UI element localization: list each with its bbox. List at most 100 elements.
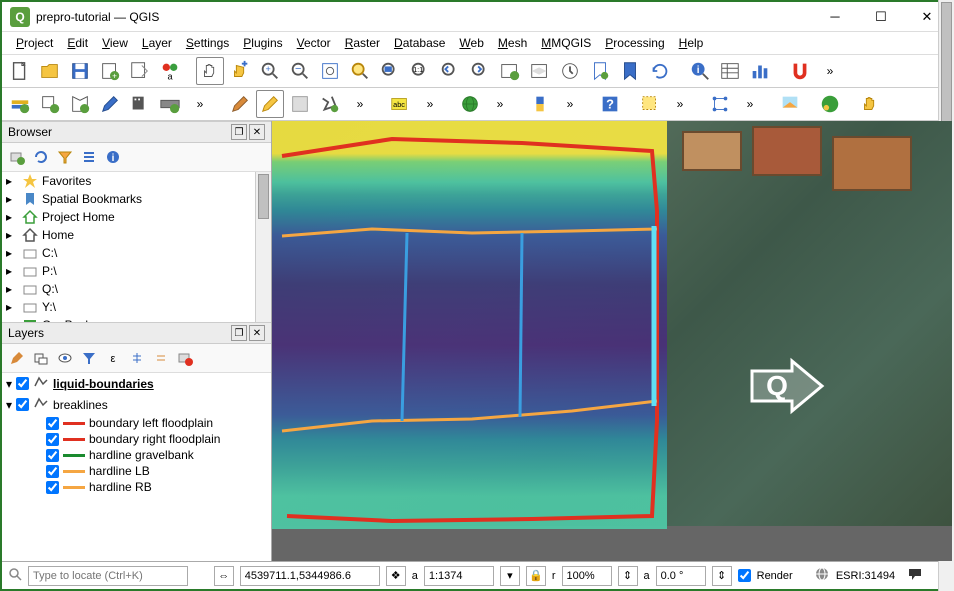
mesh-button[interactable] xyxy=(706,90,734,118)
render-checkbox[interactable] xyxy=(738,569,751,582)
overflow-8-button[interactable]: » xyxy=(736,90,764,118)
zoom-full-button[interactable] xyxy=(316,57,344,85)
layer-sublayer[interactable]: hardline LB xyxy=(2,463,271,479)
crs-label[interactable]: ESRI:31494 xyxy=(836,570,895,582)
crs-icon[interactable] xyxy=(814,566,830,585)
menu-view[interactable]: View xyxy=(96,34,134,52)
hand-tool-button[interactable] xyxy=(856,90,884,118)
scale-field[interactable] xyxy=(424,566,494,586)
layer-visibility-checkbox[interactable] xyxy=(16,398,29,411)
browser-item[interactable]: ▸Q:\ xyxy=(2,280,271,298)
overflow-5-button[interactable]: » xyxy=(486,90,514,118)
new-bookmark-button[interactable] xyxy=(586,57,614,85)
zoom-native-button[interactable]: 1:1 xyxy=(406,57,434,85)
attribute-table-button[interactable] xyxy=(716,57,744,85)
browser-item[interactable]: ▸Project Home xyxy=(2,208,271,226)
new-shapefile-button[interactable] xyxy=(66,90,94,118)
filter-legend-icon[interactable] xyxy=(78,347,100,369)
properties-icon[interactable]: i xyxy=(102,146,124,168)
georeferencer-button[interactable] xyxy=(776,90,804,118)
label-button[interactable]: abc xyxy=(386,90,414,118)
browser-tree[interactable]: ▸Favorites▸Spatial Bookmarks▸Project Hom… xyxy=(2,172,271,322)
zoom-next-button[interactable] xyxy=(466,57,494,85)
browser-item[interactable]: ▸Y:\ xyxy=(2,298,271,316)
new-geopackage-button[interactable] xyxy=(36,90,64,118)
zoom-to-layer-button[interactable] xyxy=(376,57,404,85)
layer-sublayer[interactable]: hardline gravelbank xyxy=(2,447,271,463)
magnifier-stepper[interactable]: ⇕ xyxy=(618,566,638,586)
expand-all-icon[interactable] xyxy=(126,347,148,369)
menu-raster[interactable]: Raster xyxy=(339,34,386,52)
locator-input[interactable] xyxy=(28,566,188,586)
zoom-in-button[interactable]: + xyxy=(256,57,284,85)
show-bookmarks-button[interactable] xyxy=(616,57,644,85)
menu-help[interactable]: Help xyxy=(673,34,710,52)
temporal-controller-button[interactable] xyxy=(556,57,584,85)
refresh-button[interactable] xyxy=(646,57,674,85)
identify-button[interactable]: i xyxy=(686,57,714,85)
statistics-button[interactable] xyxy=(746,57,774,85)
zoom-to-selection-button[interactable] xyxy=(346,57,374,85)
refresh-browser-icon[interactable] xyxy=(30,146,52,168)
collapse-all-layers-icon[interactable] xyxy=(150,347,172,369)
layer-sublayer[interactable]: boundary right floodplain xyxy=(2,431,271,447)
remove-layer-icon[interactable] xyxy=(174,347,196,369)
browser-item[interactable]: ▸C:\ xyxy=(2,244,271,262)
overflow-2-button[interactable]: » xyxy=(186,90,214,118)
expand-arrow-icon[interactable]: ▸ xyxy=(6,246,18,260)
metasearch-button[interactable] xyxy=(456,90,484,118)
layer-sublayer[interactable]: hardline RB xyxy=(2,479,271,495)
browser-item[interactable]: ▸Spatial Bookmarks xyxy=(2,190,271,208)
expand-arrow-icon[interactable]: ▸ xyxy=(6,282,18,296)
expand-arrow-icon[interactable]: ▾ xyxy=(6,398,12,412)
minimize-button[interactable]: ─ xyxy=(812,2,858,32)
menu-edit[interactable]: Edit xyxy=(61,34,94,52)
menu-plugins[interactable]: Plugins xyxy=(237,34,288,52)
save-edits-button[interactable] xyxy=(286,90,314,118)
expand-arrow-icon[interactable]: ▾ xyxy=(6,377,12,391)
messages-icon[interactable] xyxy=(907,566,923,585)
scale-dropdown-button[interactable]: ▾ xyxy=(500,566,520,586)
add-group-icon[interactable] xyxy=(30,347,52,369)
expand-arrow-icon[interactable]: ▸ xyxy=(6,192,18,206)
new-project-button[interactable] xyxy=(6,57,34,85)
lock-scale-button[interactable]: 🔒 xyxy=(526,566,546,586)
pan-to-selection-button[interactable] xyxy=(226,57,254,85)
menu-project[interactable]: Project xyxy=(10,34,59,52)
extents-button[interactable]: ❖ xyxy=(386,566,406,586)
menu-mmqgis[interactable]: MMQGIS xyxy=(535,34,597,52)
browser-item[interactable]: ▸Home xyxy=(2,226,271,244)
layer-group[interactable]: ▾liquid-boundaries xyxy=(2,373,271,394)
zoom-last-button[interactable] xyxy=(436,57,464,85)
save-project-button[interactable] xyxy=(66,57,94,85)
layers-undock-button[interactable]: ❐ xyxy=(231,325,247,341)
layers-close-button[interactable]: ✕ xyxy=(249,325,265,341)
new-scratch-layer-button[interactable] xyxy=(126,90,154,118)
magnifier-field[interactable] xyxy=(562,566,612,586)
style-manager-button[interactable]: a xyxy=(156,57,184,85)
snap-button[interactable] xyxy=(786,57,814,85)
map-canvas[interactable]: Q xyxy=(272,121,952,561)
rotation-field[interactable] xyxy=(656,566,706,586)
overflow-1-button[interactable]: » xyxy=(816,57,844,85)
layer-styling-icon[interactable] xyxy=(6,347,28,369)
overflow-6-button[interactable]: » xyxy=(556,90,584,118)
expand-arrow-icon[interactable]: ▸ xyxy=(6,228,18,242)
overflow-7-button[interactable]: » xyxy=(666,90,694,118)
collapse-all-icon[interactable] xyxy=(78,146,100,168)
new-3d-map-view-button[interactable] xyxy=(526,57,554,85)
menu-settings[interactable]: Settings xyxy=(180,34,235,52)
layer-visibility-checkbox[interactable] xyxy=(46,433,59,446)
rotation-stepper[interactable]: ⇕ xyxy=(712,566,732,586)
expression-filter-icon[interactable]: ε xyxy=(102,347,124,369)
current-edits-button[interactable] xyxy=(226,90,254,118)
overflow-3-button[interactable]: » xyxy=(346,90,374,118)
layer-visibility-checkbox[interactable] xyxy=(46,449,59,462)
zoom-out-button[interactable]: − xyxy=(286,57,314,85)
python-console-button[interactable] xyxy=(526,90,554,118)
expand-arrow-icon[interactable]: ▸ xyxy=(6,210,18,224)
layer-visibility-checkbox[interactable] xyxy=(46,481,59,494)
browser-close-button[interactable]: ✕ xyxy=(249,124,265,140)
layout-manager-button[interactable] xyxy=(126,57,154,85)
menu-mesh[interactable]: Mesh xyxy=(492,34,533,52)
